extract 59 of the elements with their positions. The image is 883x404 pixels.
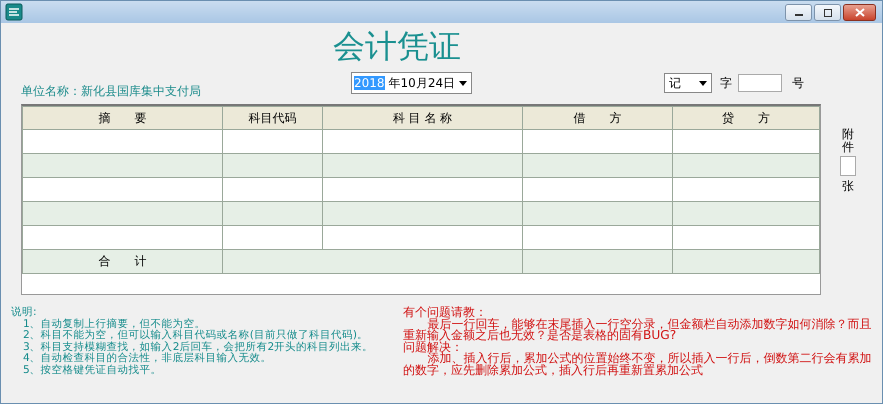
table-cell[interactable]	[672, 178, 820, 202]
dropdown-icon	[699, 80, 707, 86]
notes-title: 说明:	[11, 307, 38, 318]
note-line: 2、科目不能为空，但可以输入科目代码或名称(目前只做了科目代码)。	[22, 330, 370, 341]
voucher-type-label: 字	[720, 74, 732, 92]
voucher-type-dropdown[interactable]: 记	[664, 73, 712, 93]
table-cell[interactable]	[222, 154, 322, 178]
maximize-icon	[822, 8, 832, 16]
app-icon	[5, 3, 23, 21]
question-text: 最后一行回车，能够在末尾插入一行空分录，但金额栏自动添加数字如何消除？而且重新输入金额之后也无效？是否是表格的固有BUG?	[403, 318, 872, 342]
column-header: 摘 要	[22, 106, 222, 130]
column-header: 借 方	[522, 106, 672, 130]
table-cell[interactable]	[22, 202, 222, 226]
table-cell[interactable]	[222, 226, 322, 250]
table-cell[interactable]	[322, 202, 522, 226]
table-cell[interactable]	[672, 226, 820, 250]
table-cell[interactable]	[22, 154, 222, 178]
unit-label: 单位名称：新化县国库集中支付局	[21, 82, 202, 100]
table-cell[interactable]	[322, 130, 522, 154]
table-cell[interactable]	[222, 130, 322, 154]
total-label: 合 计	[22, 250, 222, 274]
answer-text: 添加、插入行后，累加公式的位置始终不变，所以插入一行后，倒数第二行会有累加的数字，应先删除累加公式，插入行后再重新置累加公式	[403, 353, 872, 376]
note-line: 5、按空格键凭证自动找平。	[22, 364, 163, 376]
table-cell[interactable]	[672, 202, 820, 226]
table-cell[interactable]	[22, 178, 222, 202]
table-cell[interactable]	[522, 178, 672, 202]
voucher-number-field[interactable]	[738, 74, 782, 92]
window-title: 会计凭证	[333, 26, 461, 67]
table-cell[interactable]	[522, 226, 672, 250]
table-cell[interactable]	[672, 130, 820, 154]
date-picker[interactable]: 2018 年10月24日	[351, 72, 472, 94]
note-line: 3、科目支持模糊查找，如输入2后回车，会把所有2开头的科目列出来。	[22, 342, 374, 352]
dropdown-icon	[459, 80, 468, 86]
close-button[interactable]	[843, 4, 876, 21]
answer-title: 问题解决：	[403, 342, 463, 353]
attachment-count-field[interactable]	[840, 156, 856, 176]
table-cell[interactable]	[22, 226, 222, 250]
sheets-label: 张	[842, 178, 854, 196]
table-cell[interactable]	[522, 130, 672, 154]
column-header: 科 目 名 称	[322, 106, 522, 130]
number-label: 号	[792, 74, 804, 92]
note-line: 1、自动复制上行摘要，但不能为空。	[22, 318, 207, 330]
table-cell[interactable]	[522, 154, 672, 178]
table-cell[interactable]	[222, 178, 322, 202]
table-cell[interactable]	[222, 202, 322, 226]
table-cell[interactable]	[322, 226, 522, 250]
question-title: 有个问题请教：	[403, 307, 487, 318]
table-cell[interactable]	[322, 178, 522, 202]
close-icon	[854, 8, 864, 17]
table-cell[interactable]	[672, 154, 820, 178]
column-header: 贷 方	[672, 106, 820, 130]
column-header: 科目代码	[222, 106, 322, 130]
table-cell[interactable]	[22, 130, 222, 154]
maximize-button[interactable]	[814, 4, 841, 21]
table-cell[interactable]	[322, 154, 522, 178]
table-cell[interactable]	[522, 202, 672, 226]
note-line: 4、自动检查科目的合法性，非底层科目输入无效。	[22, 353, 273, 364]
minimize-button[interactable]	[785, 4, 812, 21]
attachment-label: 附件	[842, 128, 854, 154]
